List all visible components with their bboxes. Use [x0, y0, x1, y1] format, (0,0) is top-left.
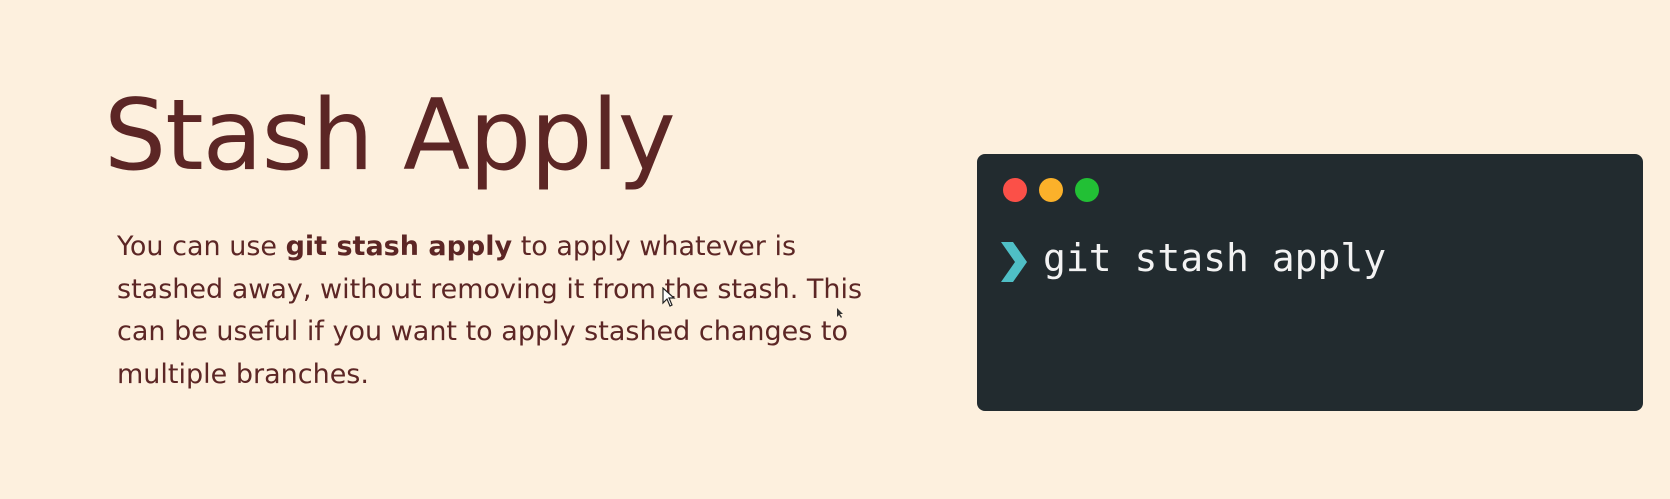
description-command: git stash apply — [285, 231, 513, 262]
slide-description: You can use git stash apply to apply wha… — [117, 226, 907, 396]
chevron-right-icon — [1001, 242, 1027, 282]
description-text: You can use — [117, 231, 286, 262]
minimize-dot-icon — [1039, 178, 1063, 202]
close-dot-icon — [1003, 178, 1027, 202]
mouse-pointer-icon — [662, 287, 676, 307]
slide-title: Stash Apply — [104, 79, 676, 193]
small-pointer-icon — [837, 308, 843, 318]
maximize-dot-icon — [1075, 178, 1099, 202]
terminal-command: git stash apply — [1043, 236, 1387, 280]
terminal-window: git stash apply — [977, 154, 1643, 411]
